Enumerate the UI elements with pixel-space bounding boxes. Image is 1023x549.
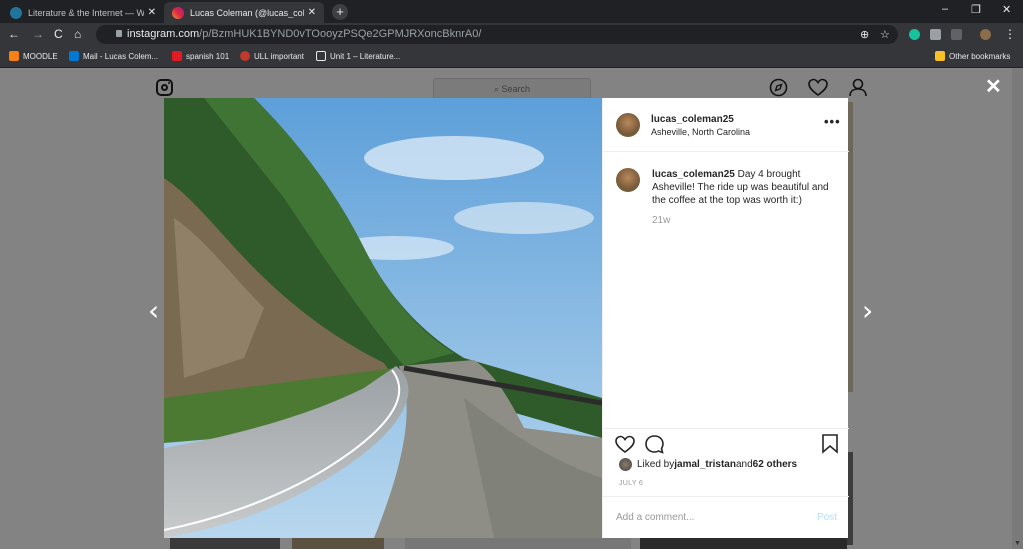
scroll-down-icon[interactable]: ▼ <box>1014 540 1021 547</box>
post-header: lucas_coleman25 Asheville, North Carolin… <box>603 98 849 152</box>
like-heart-icon[interactable] <box>614 434 636 454</box>
bookmark-unit1[interactable]: Unit 1 – Literature... <box>316 51 400 61</box>
bracket-icon <box>316 51 326 61</box>
extension-icon[interactable] <box>930 29 941 40</box>
post-date: JULY 6 <box>619 480 644 487</box>
post-caption: lucas_coleman25 Day 4 brought Asheville!… <box>652 168 832 207</box>
caption-avatar[interactable] <box>616 168 640 192</box>
caption-username[interactable]: lucas_coleman25 <box>652 169 735 180</box>
next-post-button[interactable]: › <box>862 294 873 327</box>
lock-icon <box>116 30 122 37</box>
tab-title: Literature & the Internet — Word <box>28 7 144 18</box>
instagram-logo-icon[interactable] <box>156 79 173 96</box>
search-input[interactable]: ⌕ Search <box>433 78 591 100</box>
wordpress-icon <box>10 6 22 19</box>
back-button[interactable]: ← <box>8 27 20 41</box>
profile-avatar-icon[interactable] <box>980 29 991 40</box>
audio-extension-icon[interactable] <box>951 29 962 40</box>
folder-icon <box>935 51 945 61</box>
background-feed-fragment <box>170 538 280 549</box>
outlook-icon <box>69 51 79 61</box>
tab-close-icon[interactable]: ✕ <box>148 7 156 18</box>
instagram-icon <box>172 6 184 19</box>
background-feed-fragment <box>640 538 847 549</box>
post-username[interactable]: lucas_coleman25 <box>651 114 734 125</box>
mountain-road-photo <box>164 98 602 538</box>
comment-form: Add a comment... Post <box>603 496 849 538</box>
post-comment-button[interactable]: Post <box>817 512 837 523</box>
compass-icon[interactable] <box>769 78 788 97</box>
background-feed-fragment <box>405 538 631 549</box>
bookmark-moodle[interactable]: MOODLE <box>9 51 58 61</box>
maximize-button[interactable]: ❐ <box>971 3 981 16</box>
bookmark-ull[interactable]: ULL important <box>240 51 304 61</box>
forward-button[interactable]: → <box>32 27 44 41</box>
grammarly-extension-icon[interactable] <box>909 29 920 40</box>
ull-icon <box>240 51 250 61</box>
profile-icon[interactable] <box>849 78 867 97</box>
comment-icon[interactable] <box>644 434 665 454</box>
bookmark-spanish[interactable]: spanish 101 <box>172 51 229 61</box>
address-bar[interactable]: instagram.com/p/BzmHUK1BYND0vTOooyzPSQe2… <box>96 25 898 44</box>
other-bookmarks[interactable]: Other bookmarks <box>935 51 1010 61</box>
new-tab-button[interactable]: + <box>332 4 348 20</box>
background-feed-fragment <box>292 538 384 549</box>
zoom-icon[interactable]: ⊕ <box>860 28 869 41</box>
search-icon: ⌕ <box>493 84 499 94</box>
bookmark-star-icon[interactable]: ☆ <box>880 28 890 41</box>
minimize-button[interactable]: – <box>942 3 948 15</box>
moodle-icon <box>9 51 19 61</box>
browser-tab-strip: Literature & the Internet — Word ✕ Lucas… <box>0 0 1023 23</box>
post-photo: › <box>164 98 602 538</box>
reload-button[interactable]: C <box>54 27 63 41</box>
instagram-page: ⌕ Search ✕ ‹ › lucas_coleman25 Asheville… <box>0 68 1023 549</box>
comment-input[interactable]: Add a comment... <box>616 512 694 523</box>
window-close-button[interactable]: ✕ <box>1002 3 1011 16</box>
tab-close-icon[interactable]: ✕ <box>308 7 316 18</box>
post-actions-bar <box>603 428 849 456</box>
browser-toolbar: ← → C ⌂ instagram.com/p/BzmHUK1BYND0vTOo… <box>0 23 1023 46</box>
likes-count[interactable]: 62 others <box>753 459 797 470</box>
liker-username[interactable]: jamal_tristan <box>674 459 736 470</box>
close-modal-button[interactable]: ✕ <box>985 74 1002 99</box>
tab-instagram[interactable]: Lucas Coleman (@lucas_coleman25) ✕ <box>164 2 324 23</box>
liker-avatar <box>619 458 632 471</box>
likes-summary[interactable]: Liked by jamal_tristan and 62 others <box>619 458 797 471</box>
save-bookmark-icon[interactable] <box>821 433 839 454</box>
bookmarks-bar: MOODLE Mail - Lucas Colem... spanish 101… <box>0 46 1023 68</box>
spanish-icon <box>172 51 182 61</box>
tab-title: Lucas Coleman (@lucas_coleman25) <box>190 7 304 18</box>
avatar[interactable] <box>616 113 640 137</box>
bookmark-mail[interactable]: Mail - Lucas Colem... <box>69 51 158 61</box>
scrollbar[interactable]: ▼ <box>1012 68 1023 549</box>
heart-icon[interactable] <box>808 78 828 97</box>
browser-menu-icon[interactable]: ⋮ <box>1004 27 1016 41</box>
post-details-panel: lucas_coleman25 Asheville, North Carolin… <box>602 98 849 538</box>
home-button[interactable]: ⌂ <box>74 27 81 41</box>
post-location[interactable]: Asheville, North Carolina <box>651 127 750 137</box>
url-text[interactable]: instagram.com/p/BzmHUK1BYND0vTOooyzPSQe2… <box>127 28 481 40</box>
more-options-icon[interactable]: ••• <box>824 114 841 129</box>
tab-literature[interactable]: Literature & the Internet — Word ✕ <box>2 2 164 23</box>
post-time-ago: 21w <box>652 215 671 226</box>
previous-post-button[interactable]: ‹ <box>148 294 159 327</box>
